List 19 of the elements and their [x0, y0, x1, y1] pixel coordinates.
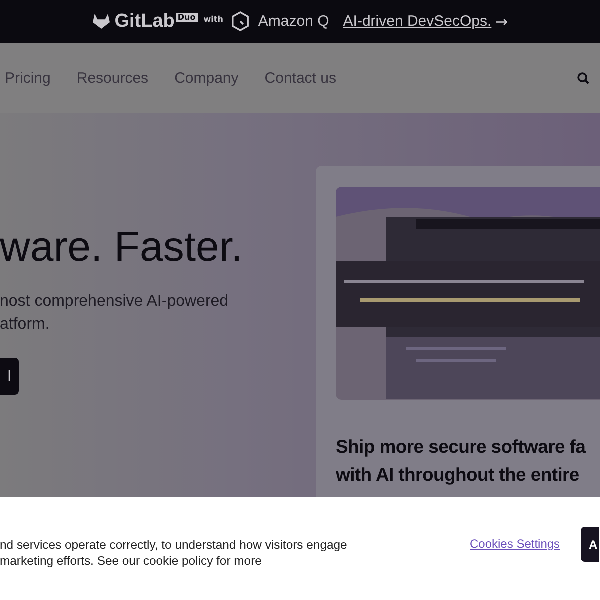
partner-name: Amazon Q: [258, 13, 330, 30]
nav-link[interactable]: Contact us: [264, 70, 336, 86]
duo-badge: Duo: [176, 13, 198, 22]
card-title: Ship more secure software fa with AI throughout the entire: [336, 435, 587, 487]
cookie-text: nd services operate correctly, to understand how visitors engage marketing efforts. See our cookie policy for more: [0, 536, 348, 568]
arrow-icon: →: [496, 12, 508, 30]
fox-logo-icon: [92, 13, 111, 30]
nav-link[interactable]: Resources: [76, 70, 149, 86]
with-label: with: [204, 15, 224, 24]
hexagon-logo-icon: [231, 11, 250, 32]
hero-subtitle: nost comprehensive AI-powered atform.: [0, 292, 230, 335]
search-icon[interactable]: [577, 72, 590, 84]
nav-link[interactable]: Company: [174, 70, 239, 86]
cookies-settings-link[interactable]: Cookies Settings: [470, 536, 560, 550]
devsecops-link[interactable]: AI-driven DevSecOps.: [343, 13, 492, 30]
accept-button[interactable]: A: [581, 527, 600, 562]
brand-name: GitLab: [114, 10, 175, 32]
nav-link[interactable]: Pricing: [5, 70, 51, 86]
hero-button[interactable]: l: [0, 358, 19, 395]
